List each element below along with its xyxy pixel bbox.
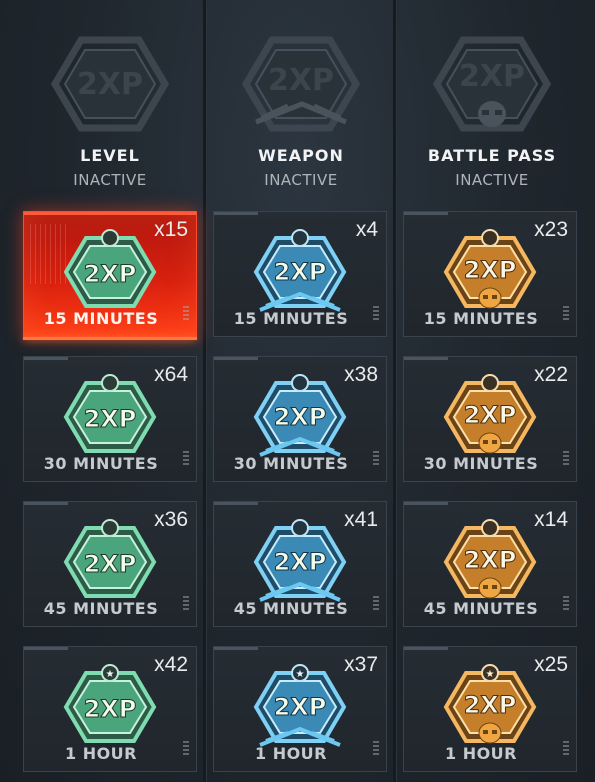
token-quantity: x41: [344, 508, 378, 531]
svg-text:2XP: 2XP: [77, 67, 143, 102]
weapon-2xp-icon: 2XP: [242, 36, 360, 132]
svg-text:2XP: 2XP: [464, 546, 517, 574]
level-2xp-token-icon: 2XP: [63, 374, 157, 453]
level-2xp-icon: 2XP: [51, 36, 169, 132]
level-column-header: 2XP LEVEL INACTIVE: [20, 0, 200, 200]
level-token-card-15-minutes[interactable]: x15 2XP 15 MINUTES: [23, 211, 197, 340]
token-quantity: x22: [534, 363, 568, 386]
token-quantity: x42: [154, 653, 188, 676]
svg-text:2XP: 2XP: [268, 63, 334, 98]
weapon-2xp-token-icon: 2XP: [253, 374, 347, 457]
token-duration: 15 MINUTES: [43, 309, 159, 328]
battle-pass-column-header: 2XP BATTLE PASS INACTIVE: [402, 0, 582, 200]
token-quantity: x4: [355, 218, 378, 241]
svg-text:★: ★: [486, 669, 495, 680]
battle-pass-token-card-1-hour[interactable]: x25 ★ 2XP 1 HOUR: [403, 646, 577, 772]
token-duration: 15 MINUTES: [423, 309, 539, 328]
weapon-token-card-45-minutes[interactable]: x41 2XP 45 MINUTES: [213, 501, 387, 627]
token-duration: 15 MINUTES: [233, 309, 349, 328]
token-duration: 30 MINUTES: [43, 454, 159, 473]
svg-text:2XP: 2XP: [84, 695, 137, 723]
column-status: INACTIVE: [73, 171, 147, 189]
token-duration: 45 MINUTES: [233, 599, 349, 618]
token-quantity: x15: [154, 218, 188, 241]
battle-pass-token-card-15-minutes[interactable]: x23 2XP 15 MINUTES: [403, 211, 577, 337]
token-quantity: x37: [344, 653, 378, 676]
token-quantity: x14: [534, 508, 568, 531]
token-duration: 1 HOUR: [444, 744, 517, 763]
token-quantity: x64: [154, 363, 188, 386]
battle-pass-2xp-token-icon: ★ 2XP: [443, 664, 537, 744]
svg-text:2XP: 2XP: [464, 401, 517, 429]
column-divider: [393, 0, 396, 782]
token-duration: 45 MINUTES: [43, 599, 159, 618]
token-duration: 1 HOUR: [254, 744, 327, 763]
svg-text:2XP: 2XP: [84, 550, 137, 578]
level-token-card-30-minutes[interactable]: x64 2XP 30 MINUTES: [23, 356, 197, 482]
weapon-2xp-token-icon: 2XP: [253, 229, 347, 312]
battle-pass-token-card-30-minutes[interactable]: x22 2XP 30 MINUTES: [403, 356, 577, 482]
weapon-token-card-30-minutes[interactable]: x38 2XP 30 MINUTES: [213, 356, 387, 482]
svg-text:2XP: 2XP: [464, 691, 517, 719]
level-token-card-1-hour[interactable]: x42 ★ 2XP 1 HOUR: [23, 646, 197, 772]
battle-pass-2xp-token-icon: 2XP: [443, 374, 537, 454]
column-title: BATTLE PASS: [427, 146, 557, 165]
level-2xp-token-icon: 2XP: [63, 229, 157, 308]
weapon-column-header: 2XP WEAPON INACTIVE: [211, 0, 391, 200]
svg-text:2XP: 2XP: [274, 693, 327, 721]
svg-text:2XP: 2XP: [459, 59, 525, 94]
token-quantity: x36: [154, 508, 188, 531]
weapon-2xp-token-icon: ★ 2XP: [253, 664, 347, 747]
weapon-token-card-1-hour[interactable]: x37 ★ 2XP 1 HOUR: [213, 646, 387, 772]
column-status: INACTIVE: [264, 171, 338, 189]
token-duration: 45 MINUTES: [423, 599, 539, 618]
column-title: LEVEL: [80, 146, 140, 165]
battle-pass-2xp-token-icon: 2XP: [443, 229, 537, 309]
svg-text:★: ★: [106, 669, 115, 680]
svg-text:2XP: 2XP: [274, 548, 327, 576]
svg-text:2XP: 2XP: [274, 258, 327, 286]
level-token-card-45-minutes[interactable]: x36 2XP 45 MINUTES: [23, 501, 197, 627]
weapon-token-card-15-minutes[interactable]: x4 2XP 15 MINUTES: [213, 211, 387, 337]
battle-pass-token-card-45-minutes[interactable]: x14 2XP 45 MINUTES: [403, 501, 577, 627]
battle-pass-2xp-token-icon: 2XP: [443, 519, 537, 599]
battle-pass-2xp-icon: 2XP: [433, 36, 551, 132]
column-divider: [203, 0, 206, 782]
svg-text:★: ★: [296, 669, 305, 680]
svg-text:2XP: 2XP: [274, 403, 327, 431]
token-duration: 30 MINUTES: [233, 454, 349, 473]
svg-text:2XP: 2XP: [84, 260, 137, 288]
token-duration: 1 HOUR: [64, 744, 137, 763]
token-quantity: x25: [534, 653, 568, 676]
svg-text:2XP: 2XP: [464, 256, 517, 284]
token-quantity: x38: [344, 363, 378, 386]
svg-text:2XP: 2XP: [84, 405, 137, 433]
column-status: INACTIVE: [455, 171, 529, 189]
level-2xp-token-icon: 2XP: [63, 519, 157, 598]
token-quantity: x23: [534, 218, 568, 241]
column-title: WEAPON: [258, 146, 344, 165]
level-2xp-token-icon: ★ 2XP: [63, 664, 157, 743]
weapon-2xp-token-icon: 2XP: [253, 519, 347, 602]
token-duration: 30 MINUTES: [423, 454, 539, 473]
